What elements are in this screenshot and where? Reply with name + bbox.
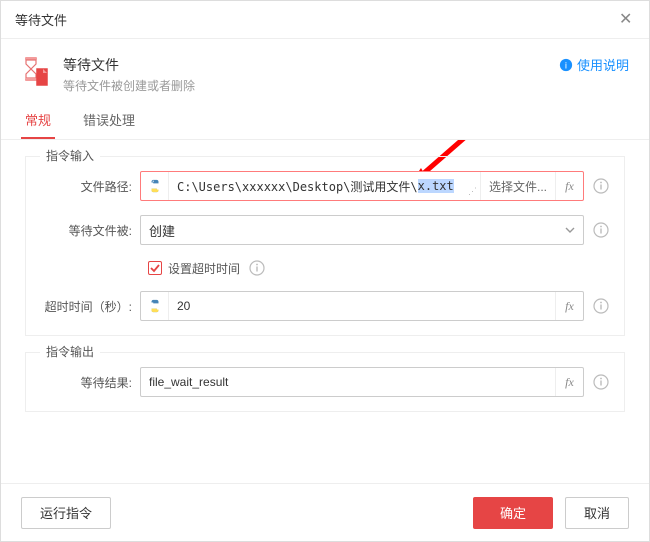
tab-error[interactable]: 错误处理 xyxy=(79,102,139,139)
row-result: 等待结果: file_wait_result fx xyxy=(40,367,610,397)
timeout-sec-value[interactable]: 20 xyxy=(169,292,555,320)
row-file-path: 文件路径: C:\Users\xxxxxx\Desktop\测试用文件\x.tx… xyxy=(40,171,610,201)
chevron-down-icon xyxy=(565,223,575,238)
hint-icon[interactable] xyxy=(592,297,610,315)
run-button[interactable]: 运行指令 xyxy=(21,497,111,529)
wait-file-select[interactable]: 创建 xyxy=(140,215,584,245)
wait-file-value: 创建 xyxy=(149,221,175,240)
hint-icon[interactable] xyxy=(248,259,266,277)
row-timeout-sec: 超时时间（秒）: 20 fx xyxy=(40,291,610,321)
row-set-timeout: 设置超时时间 xyxy=(40,259,610,277)
cancel-button[interactable]: 取消 xyxy=(565,497,629,529)
tabs: 常规 错误处理 xyxy=(1,102,649,140)
timeout-sec-input[interactable]: 20 fx xyxy=(140,291,584,321)
body: 指令输入 文件路径: C:\Users\xxxxxx\Desktop\测试用文件… xyxy=(1,140,649,483)
info-icon: i xyxy=(559,58,573,72)
wait-file-dialog: 等待文件 ✕ 等待文件 等待文件被创建或者删除 i 使用说明 常规 错误处理 xyxy=(0,0,650,542)
fx-button[interactable]: fx xyxy=(555,292,583,320)
set-timeout-checkbox[interactable] xyxy=(148,261,162,275)
select-file-button[interactable]: 选择文件... xyxy=(480,172,555,200)
svg-text:i: i xyxy=(565,60,567,71)
header-text: 等待文件 等待文件被创建或者删除 xyxy=(63,55,195,94)
label-result: 等待结果: xyxy=(40,374,140,391)
fx-button[interactable]: fx xyxy=(555,172,583,200)
hint-icon[interactable] xyxy=(592,373,610,391)
dialog-title: 等待文件 xyxy=(15,10,67,29)
group-output-legend: 指令输出 xyxy=(40,343,100,360)
file-path-highlight: x.txt xyxy=(418,179,454,193)
python-icon xyxy=(141,172,169,200)
close-icon[interactable]: ✕ xyxy=(619,12,635,28)
group-output: 指令输出 等待结果: file_wait_result fx xyxy=(25,352,625,412)
header-title: 等待文件 xyxy=(63,55,195,75)
fx-button[interactable]: fx xyxy=(555,368,583,396)
label-wait-file: 等待文件被: xyxy=(40,222,140,239)
label-timeout-sec: 超时时间（秒）: xyxy=(40,298,140,315)
hint-icon[interactable] xyxy=(592,221,610,239)
set-timeout-label: 设置超时时间 xyxy=(168,260,240,277)
file-path-input[interactable]: C:\Users\xxxxxx\Desktop\测试用文件\x.txt ⋰ 选择… xyxy=(140,171,584,201)
help-link[interactable]: i 使用说明 xyxy=(559,55,629,74)
result-value[interactable]: file_wait_result xyxy=(141,368,555,396)
hourglass-file-icon xyxy=(21,55,53,87)
header: 等待文件 等待文件被创建或者删除 i 使用说明 xyxy=(1,39,649,102)
header-subtitle: 等待文件被创建或者删除 xyxy=(63,77,195,94)
result-input[interactable]: file_wait_result fx xyxy=(140,367,584,397)
tab-general[interactable]: 常规 xyxy=(21,102,55,139)
file-path-prefix: C:\Users\xxxxxx\Desktop\测试用文件\ xyxy=(177,178,418,195)
file-path-value[interactable]: C:\Users\xxxxxx\Desktop\测试用文件\x.txt ⋰ xyxy=(169,172,480,200)
resize-handle-icon[interactable]: ⋰ xyxy=(468,188,478,198)
titlebar: 等待文件 ✕ xyxy=(1,1,649,39)
group-input-legend: 指令输入 xyxy=(40,147,100,164)
ok-button[interactable]: 确定 xyxy=(473,497,553,529)
row-wait-file: 等待文件被: 创建 xyxy=(40,215,610,245)
group-input: 指令输入 文件路径: C:\Users\xxxxxx\Desktop\测试用文件… xyxy=(25,156,625,336)
hint-icon[interactable] xyxy=(592,177,610,195)
label-file-path: 文件路径: xyxy=(40,178,140,195)
python-icon xyxy=(141,292,169,320)
footer: 运行指令 确定 取消 xyxy=(1,483,649,541)
help-label: 使用说明 xyxy=(577,55,629,74)
